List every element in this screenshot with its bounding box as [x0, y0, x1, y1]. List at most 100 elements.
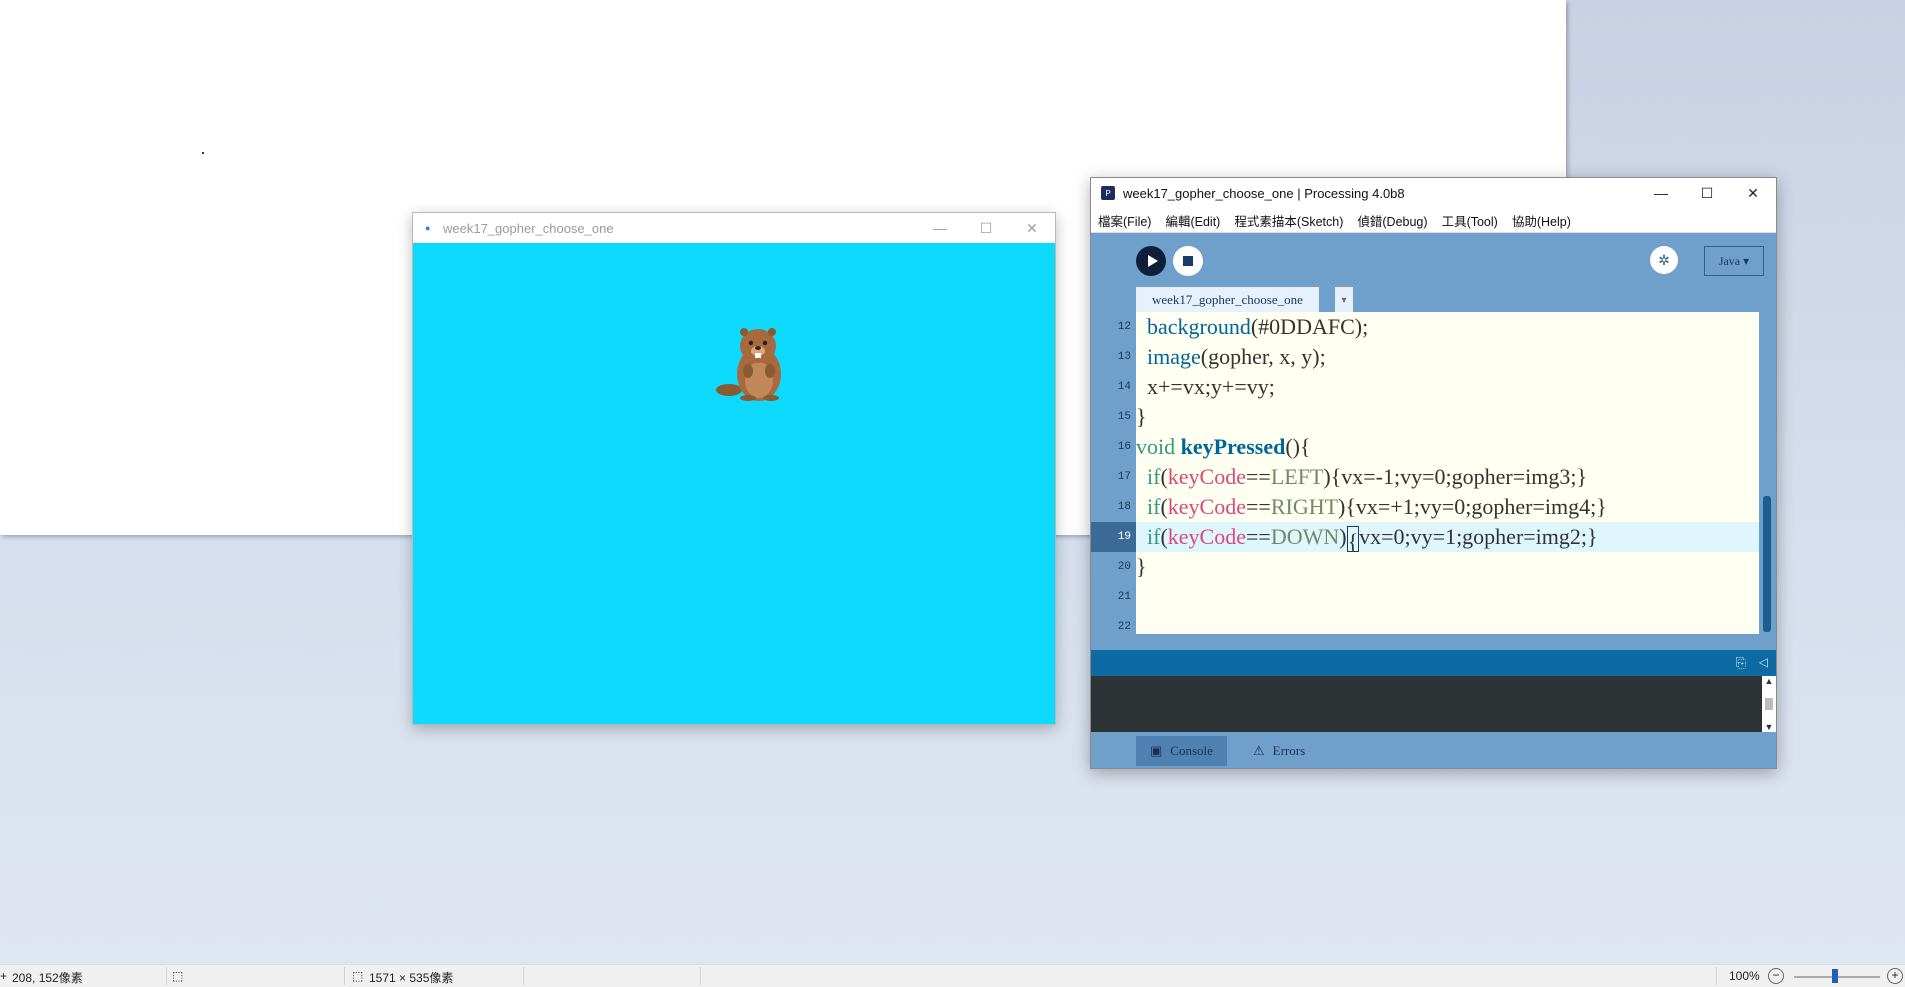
- processing-logo-icon: P: [1101, 186, 1115, 200]
- code-line: }: [1136, 404, 1147, 429]
- terminal-icon: ▣: [1150, 743, 1163, 758]
- console-output[interactable]: ▲ ▼: [1091, 676, 1776, 732]
- code-line: image(gopher, x, y);: [1136, 342, 1759, 372]
- ide-minimize-button[interactable]: —: [1638, 178, 1684, 208]
- console-scrollbar-thumb[interactable]: [1765, 698, 1773, 710]
- run-button[interactable]: [1136, 246, 1166, 276]
- divider: [700, 967, 701, 985]
- tab-console[interactable]: ▣ Console: [1136, 736, 1227, 766]
- code-text-area[interactable]: background(#0DDAFC); image(gopher, x, y)…: [1136, 312, 1759, 634]
- editor-tab-row: week17_gopher_choose_one ▾: [1091, 285, 1776, 313]
- stop-button[interactable]: [1173, 246, 1203, 276]
- code-line: }: [1136, 554, 1147, 579]
- gopher-image: [716, 328, 781, 401]
- line-number: 21: [1117, 591, 1131, 603]
- code-token: (gopher, x, y);: [1200, 344, 1326, 369]
- divider: [344, 967, 345, 985]
- sketch-window: ● week17_gopher_choose_one — ☐ ✕: [412, 212, 1056, 725]
- line-number: 18: [1117, 501, 1131, 513]
- sketch-window-title: week17_gopher_choose_one: [443, 220, 614, 236]
- menu-file[interactable]: 檔案(File): [1091, 211, 1158, 230]
- zoom-out-button[interactable]: −: [1768, 968, 1784, 984]
- scroll-up-icon[interactable]: ▲: [1762, 676, 1776, 686]
- divider: [523, 967, 524, 985]
- editor-scrollbar-thumb[interactable]: [1763, 496, 1771, 632]
- sketch-titlebar[interactable]: ● week17_gopher_choose_one — ☐ ✕: [413, 213, 1055, 243]
- code-editor: 12 13 14 15 16 17 18 19 20 21 22 backgro…: [1091, 312, 1776, 634]
- ide-close-button[interactable]: ✕: [1730, 178, 1776, 208]
- line-number: 12: [1117, 321, 1131, 333]
- close-button[interactable]: ✕: [1009, 213, 1055, 243]
- divider: [166, 967, 167, 985]
- sketch-canvas[interactable]: [413, 243, 1055, 724]
- line-number: 17: [1117, 471, 1131, 483]
- code-token: keyCode: [1167, 494, 1246, 519]
- code-line: x+=vx;y+=vy;: [1136, 374, 1275, 399]
- code-line: void keyPressed(){: [1136, 432, 1759, 462]
- menu-sketch[interactable]: 程式素描本(Sketch): [1227, 211, 1350, 230]
- code-token: ==: [1245, 524, 1271, 549]
- line-number-gutter: 12 13 14 15 16 17 18 19 20 21 22: [1091, 312, 1136, 634]
- code-token: void: [1136, 434, 1176, 459]
- code-token: ==: [1245, 464, 1271, 489]
- menu-help[interactable]: 協助(Help): [1505, 211, 1578, 230]
- stop-icon: [1183, 256, 1193, 266]
- code-token: (){: [1285, 434, 1311, 459]
- scroll-down-icon[interactable]: ▼: [1762, 722, 1776, 732]
- cursor-position-icon: +: [0, 969, 8, 983]
- processing-app-icon: ●: [425, 223, 431, 233]
- ide-window-title: week17_gopher_choose_one | Processing 4.…: [1123, 185, 1405, 201]
- zoom-slider-thumb[interactable]: [1832, 969, 1838, 983]
- tab-sketch[interactable]: week17_gopher_choose_one: [1136, 287, 1319, 313]
- tab-errors-label: Errors: [1272, 743, 1306, 758]
- copy-console-icon[interactable]: ⎘: [1736, 655, 1746, 671]
- mode-selector[interactable]: Java ▾: [1704, 246, 1764, 276]
- editor-scrollbar[interactable]: [1761, 312, 1773, 634]
- code-token: (: [1160, 464, 1168, 489]
- line-number: 20: [1117, 561, 1131, 573]
- code-token: DOWN: [1270, 524, 1340, 549]
- paint-status-bar: + 208, 152像素 ⬚ ⬚ 1571 × 535像素 100% − +: [0, 964, 1905, 987]
- code-token: background: [1147, 314, 1251, 339]
- minimize-button[interactable]: —: [917, 213, 963, 243]
- ide-toolbar: ✲ Java ▾: [1091, 233, 1776, 285]
- ide-maximize-button[interactable]: ☐: [1684, 178, 1730, 208]
- collapse-console-icon[interactable]: ◁: [1759, 655, 1768, 669]
- bracket-match-caret: {: [1346, 525, 1360, 554]
- menu-tool[interactable]: 工具(Tool): [1435, 211, 1505, 230]
- code-token: ){vx=-1;vy=0;gopher=img3;}: [1323, 464, 1588, 489]
- code-token: if: [1147, 494, 1161, 519]
- code-line-current: if(keyCode==DOWN){vx=0;vy=1;gopher=img2;…: [1136, 522, 1759, 554]
- cursor-position: 208, 152像素: [12, 971, 83, 985]
- line-number: 16: [1117, 441, 1131, 453]
- code-line: if(keyCode==LEFT){vx=-1;vy=0;gopher=img3…: [1136, 462, 1759, 492]
- console-tab-bar: ▣ Console ⚠ Errors: [1091, 732, 1776, 768]
- console-scrollbar[interactable]: ▲ ▼: [1762, 676, 1776, 732]
- code-token: ): [1339, 524, 1347, 549]
- menu-edit[interactable]: 編輯(Edit): [1158, 211, 1227, 230]
- tab-errors[interactable]: ⚠ Errors: [1239, 736, 1319, 766]
- tab-menu-button[interactable]: ▾: [1335, 287, 1353, 313]
- code-token: ){vx=+1;vy=0;gopher=img4;}: [1338, 494, 1607, 519]
- line-number: 15: [1117, 411, 1131, 423]
- code-token: if: [1147, 464, 1161, 489]
- code-token: keyCode: [1167, 524, 1246, 549]
- menu-debug[interactable]: 偵錯(Debug): [1350, 211, 1434, 230]
- zoom-in-button[interactable]: +: [1887, 968, 1903, 984]
- zoom-level: 100%: [1729, 969, 1760, 983]
- code-line: if(keyCode==RIGHT){vx=+1;vy=0;gopher=img…: [1136, 492, 1759, 522]
- tab-console-label: Console: [1170, 743, 1213, 758]
- debugger-button[interactable]: ✲: [1650, 246, 1678, 274]
- ide-titlebar[interactable]: P week17_gopher_choose_one | Processing …: [1091, 178, 1776, 208]
- canvas-dot: [202, 152, 204, 154]
- image-size: 1571 × 535像素: [369, 971, 454, 985]
- code-token: if: [1147, 524, 1161, 549]
- warning-icon: ⚠: [1253, 743, 1265, 758]
- code-token: keyCode: [1167, 464, 1246, 489]
- maximize-button[interactable]: ☐: [963, 213, 1009, 243]
